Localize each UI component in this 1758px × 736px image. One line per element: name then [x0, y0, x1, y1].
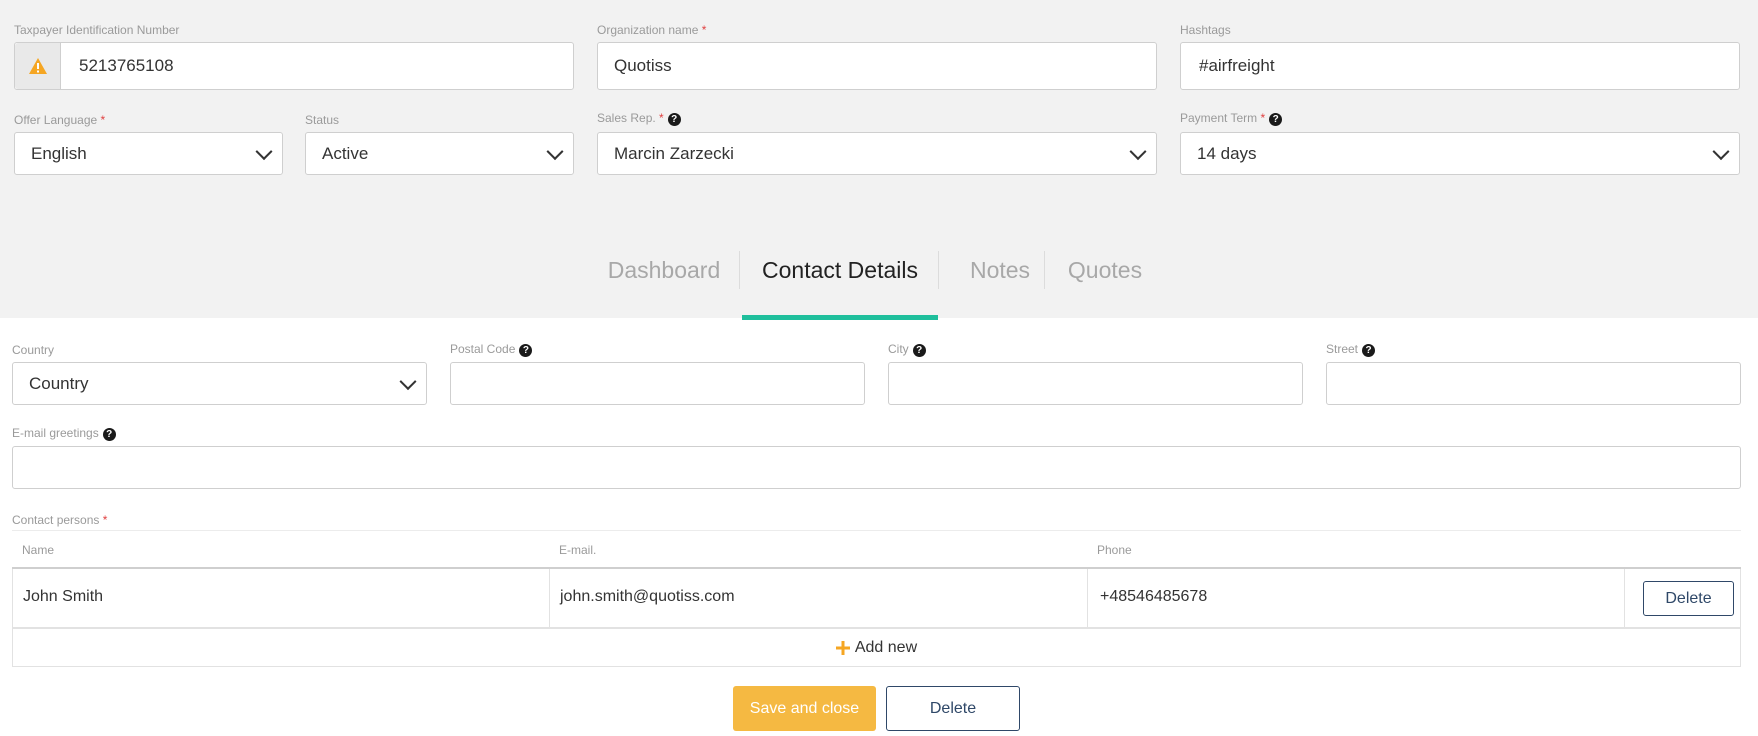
email-greetings-label: E-mail greetings?: [12, 426, 116, 441]
tab-divider: [1044, 251, 1045, 289]
contact-email: john.smith@quotiss.com: [560, 588, 735, 605]
status-value: Active: [322, 143, 369, 163]
warning-addon: [15, 43, 61, 89]
cell-divider: [1624, 569, 1625, 627]
help-icon[interactable]: ?: [102, 428, 116, 441]
taxpayer-input[interactable]: 5213765108: [14, 42, 574, 90]
hashtags-label: Hashtags: [1180, 23, 1231, 37]
country-select[interactable]: Country: [12, 362, 427, 405]
street-input[interactable]: [1326, 362, 1741, 405]
payment-term-select[interactable]: 14 days: [1180, 132, 1740, 175]
warning-icon: [28, 58, 47, 74]
chevron-down-icon: [399, 372, 417, 390]
offer-language-label: Offer Language *: [14, 113, 106, 127]
chevron-down-icon: [1712, 142, 1730, 160]
tab-notes[interactable]: Notes: [953, 250, 1047, 320]
help-icon[interactable]: ?: [912, 344, 926, 357]
taxpayer-label: Taxpayer Identification Number: [14, 23, 180, 37]
organization-label: Organization name *: [597, 23, 707, 37]
delete-contact-button[interactable]: Delete: [1643, 581, 1734, 616]
hashtags-input[interactable]: #airfreight: [1180, 42, 1740, 90]
city-label: City?: [888, 342, 926, 357]
divider: [12, 530, 1741, 531]
contact-name: John Smith: [23, 588, 104, 605]
payment-term-label: Payment Term *?: [1180, 111, 1283, 126]
city-input[interactable]: [888, 362, 1303, 405]
sales-rep-label: Sales Rep. *?: [597, 111, 681, 126]
chevron-down-icon: [255, 142, 273, 160]
offer-language-value: English: [31, 143, 87, 163]
column-header-phone: Phone: [1097, 543, 1132, 557]
tab-bar: Dashboard Contact Details Notes Quotes: [0, 250, 1758, 320]
cell-divider: [1087, 569, 1088, 627]
email-greetings-input[interactable]: [12, 446, 1741, 489]
status-select[interactable]: Active: [305, 132, 574, 175]
chevron-down-icon: [546, 142, 564, 160]
column-header-name: Name: [22, 543, 55, 557]
offer-language-select[interactable]: English: [14, 132, 283, 175]
postal-code-label: Postal Code?: [450, 342, 533, 357]
tab-contact-details[interactable]: Contact Details: [742, 250, 938, 320]
payment-term-value: 14 days: [1197, 143, 1257, 163]
cell-divider: [549, 569, 550, 627]
street-label: Street?: [1326, 342, 1376, 357]
tab-divider: [739, 251, 740, 289]
country-label: Country: [12, 343, 55, 357]
status-label: Status: [305, 113, 340, 127]
add-new-button[interactable]: Add new: [12, 628, 1741, 667]
delete-button[interactable]: Delete: [886, 686, 1020, 731]
sales-rep-value: Marcin Zarzecki: [614, 143, 734, 163]
column-header-email: E-mail.: [559, 543, 597, 557]
organization-input[interactable]: Quotiss: [597, 42, 1157, 90]
table-row: John Smith john.smith@quotiss.com +48546…: [12, 569, 1741, 628]
taxpayer-value: 5213765108: [79, 56, 174, 75]
add-new-label: Add new: [854, 638, 918, 656]
contact-phone: +48546485678: [1100, 588, 1208, 605]
sales-rep-select[interactable]: Marcin Zarzecki: [597, 132, 1157, 175]
chevron-down-icon: [1129, 142, 1147, 160]
active-tab-indicator: [742, 315, 938, 320]
hashtags-value: #airfreight: [1199, 56, 1275, 75]
country-value: Country: [29, 373, 89, 393]
organization-value: Quotiss: [614, 56, 672, 75]
help-icon[interactable]: ?: [1269, 113, 1283, 126]
tab-divider: [938, 251, 939, 289]
plus-icon: [835, 640, 850, 655]
help-icon[interactable]: ?: [519, 344, 533, 357]
postal-code-input[interactable]: [450, 362, 865, 405]
tab-quotes[interactable]: Quotes: [1060, 250, 1150, 320]
help-icon[interactable]: ?: [667, 113, 681, 126]
contact-persons-label: Contact persons *: [12, 513, 108, 527]
tab-dashboard[interactable]: Dashboard: [600, 250, 728, 320]
save-and-close-button[interactable]: Save and close: [733, 686, 876, 731]
help-icon[interactable]: ?: [1362, 344, 1376, 357]
